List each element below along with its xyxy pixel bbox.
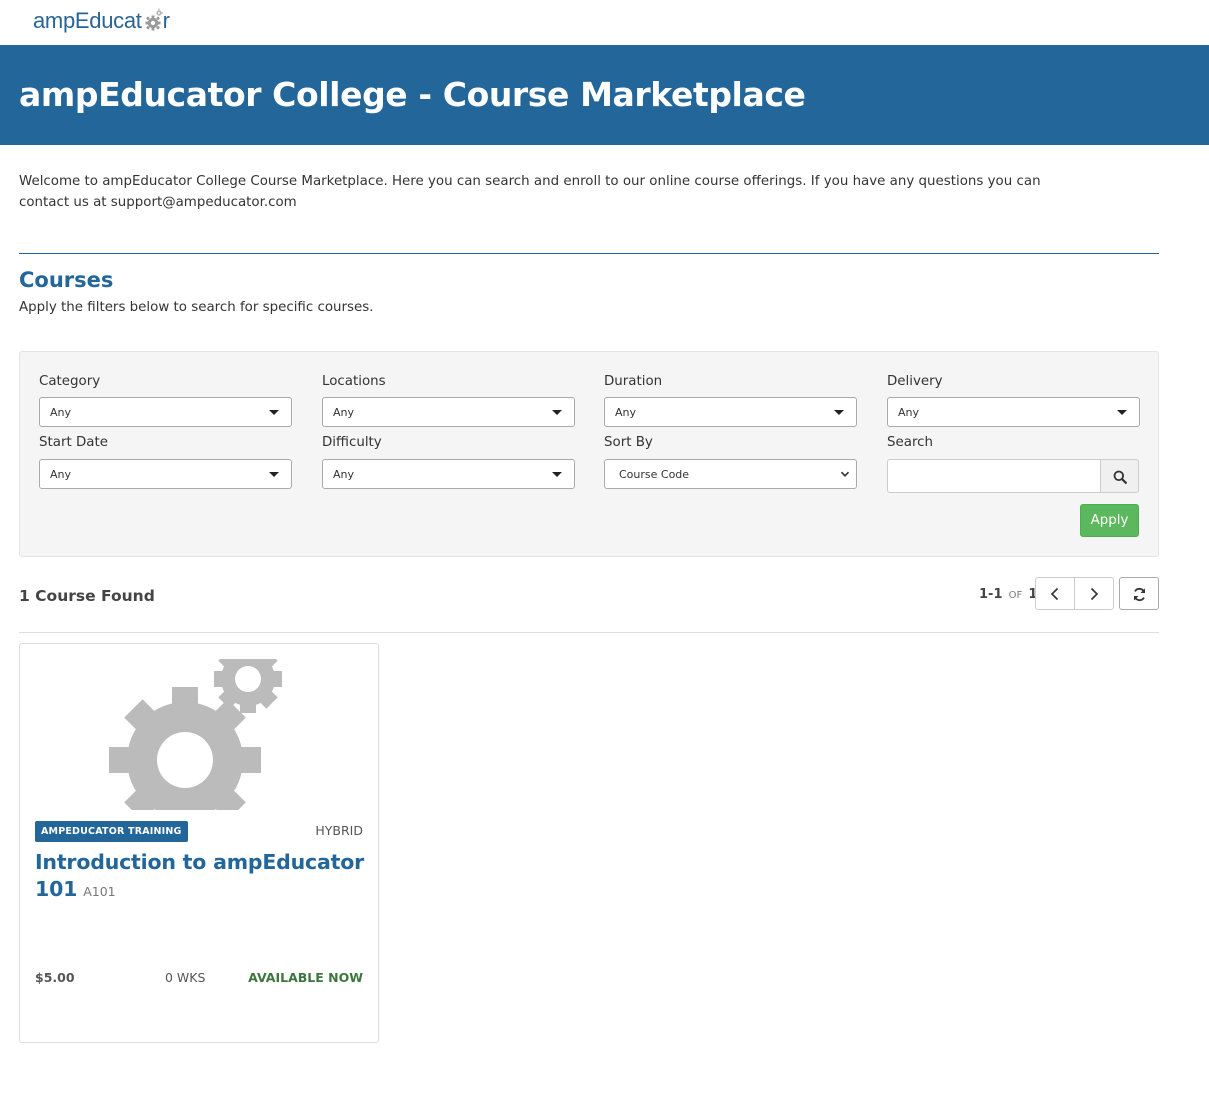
duration-value: Any bbox=[615, 406, 637, 419]
duration-select[interactable]: Any bbox=[604, 397, 857, 427]
top-bar: ampEducat r bbox=[0, 0, 1209, 45]
chevron-left-icon bbox=[1050, 587, 1059, 601]
caret-down-icon bbox=[552, 472, 562, 477]
course-price: $5.00 bbox=[35, 970, 75, 985]
caret-down-icon bbox=[1117, 410, 1127, 415]
delivery-type: HYBRID bbox=[315, 823, 363, 838]
caret-down-icon bbox=[834, 410, 844, 415]
pagination-of: of bbox=[1008, 590, 1023, 601]
caret-down-icon bbox=[269, 472, 279, 477]
course-card[interactable]: AMPEDUCATOR TRAINING HYBRID Introduction… bbox=[19, 643, 379, 1043]
pagination-controls bbox=[1035, 577, 1114, 610]
welcome-text: Welcome to ampEducator College Course Ma… bbox=[19, 174, 1041, 210]
pagination-summary: 1-1 of 1 bbox=[979, 587, 1037, 602]
delivery-select[interactable]: Any bbox=[887, 397, 1140, 427]
locations-select[interactable]: Any bbox=[322, 397, 575, 427]
apply-button[interactable]: Apply bbox=[1080, 504, 1139, 537]
delivery-value: Any bbox=[898, 406, 920, 419]
course-image bbox=[109, 659, 291, 810]
search-label: Search bbox=[887, 435, 934, 450]
next-page-button[interactable] bbox=[1075, 578, 1114, 609]
search-button[interactable] bbox=[1100, 459, 1139, 493]
page-banner: ampEducator College - Course Marketplace bbox=[0, 45, 1209, 145]
difficulty-label: Difficulty bbox=[322, 435, 382, 450]
course-title-block[interactable]: Introduction to ampEducator 101 A101 bbox=[35, 849, 365, 905]
search-input[interactable] bbox=[887, 459, 1101, 493]
courses-heading: Courses bbox=[19, 268, 114, 292]
previous-page-button[interactable] bbox=[1036, 578, 1075, 609]
courses-subtitle: Apply the filters below to search for sp… bbox=[19, 300, 374, 315]
sort-by-select[interactable]: Course Code bbox=[604, 459, 857, 489]
start-date-label: Start Date bbox=[39, 435, 108, 450]
difficulty-value: Any bbox=[333, 468, 355, 481]
category-badge: AMPEDUCATOR TRAINING bbox=[35, 821, 188, 842]
duration-label: Duration bbox=[604, 374, 663, 389]
refresh-button[interactable] bbox=[1119, 577, 1159, 610]
refresh-icon bbox=[1133, 587, 1146, 602]
sort-by-label: Sort By bbox=[604, 435, 653, 450]
logo-text-start: ampEducat bbox=[33, 8, 142, 33]
logo[interactable]: ampEducat r bbox=[33, 6, 170, 36]
caret-down-icon bbox=[552, 410, 562, 415]
availability-status: AVAILABLE NOW bbox=[248, 970, 363, 985]
logo-text-end: r bbox=[162, 8, 170, 33]
difficulty-select[interactable]: Any bbox=[322, 459, 575, 489]
gear-icon bbox=[143, 8, 163, 32]
section-divider bbox=[19, 253, 1159, 254]
results-divider bbox=[19, 632, 1159, 633]
search-icon bbox=[1113, 470, 1127, 484]
page-title: ampEducator College - Course Marketplace bbox=[19, 75, 806, 114]
start-date-value: Any bbox=[50, 468, 72, 481]
results-count: 1 Course Found bbox=[19, 587, 155, 605]
locations-label: Locations bbox=[322, 374, 386, 389]
delivery-label: Delivery bbox=[887, 374, 943, 389]
caret-down-icon bbox=[269, 410, 279, 415]
start-date-select[interactable]: Any bbox=[39, 459, 292, 489]
chevron-down-icon bbox=[840, 471, 850, 477]
chevron-right-icon bbox=[1090, 587, 1099, 601]
search-group bbox=[887, 459, 1140, 493]
pagination-range: 1-1 bbox=[979, 587, 1003, 602]
filter-panel: Category Any Locations Any Duration Any … bbox=[19, 351, 1159, 557]
course-duration: 0 WKS bbox=[165, 970, 206, 985]
category-select[interactable]: Any bbox=[39, 397, 292, 427]
locations-value: Any bbox=[333, 406, 355, 419]
course-code: A101 bbox=[83, 884, 116, 899]
gears-icon bbox=[109, 659, 282, 810]
sort-by-value: Course Code bbox=[619, 468, 690, 481]
category-value: Any bbox=[50, 406, 72, 419]
category-label: Category bbox=[39, 374, 101, 389]
